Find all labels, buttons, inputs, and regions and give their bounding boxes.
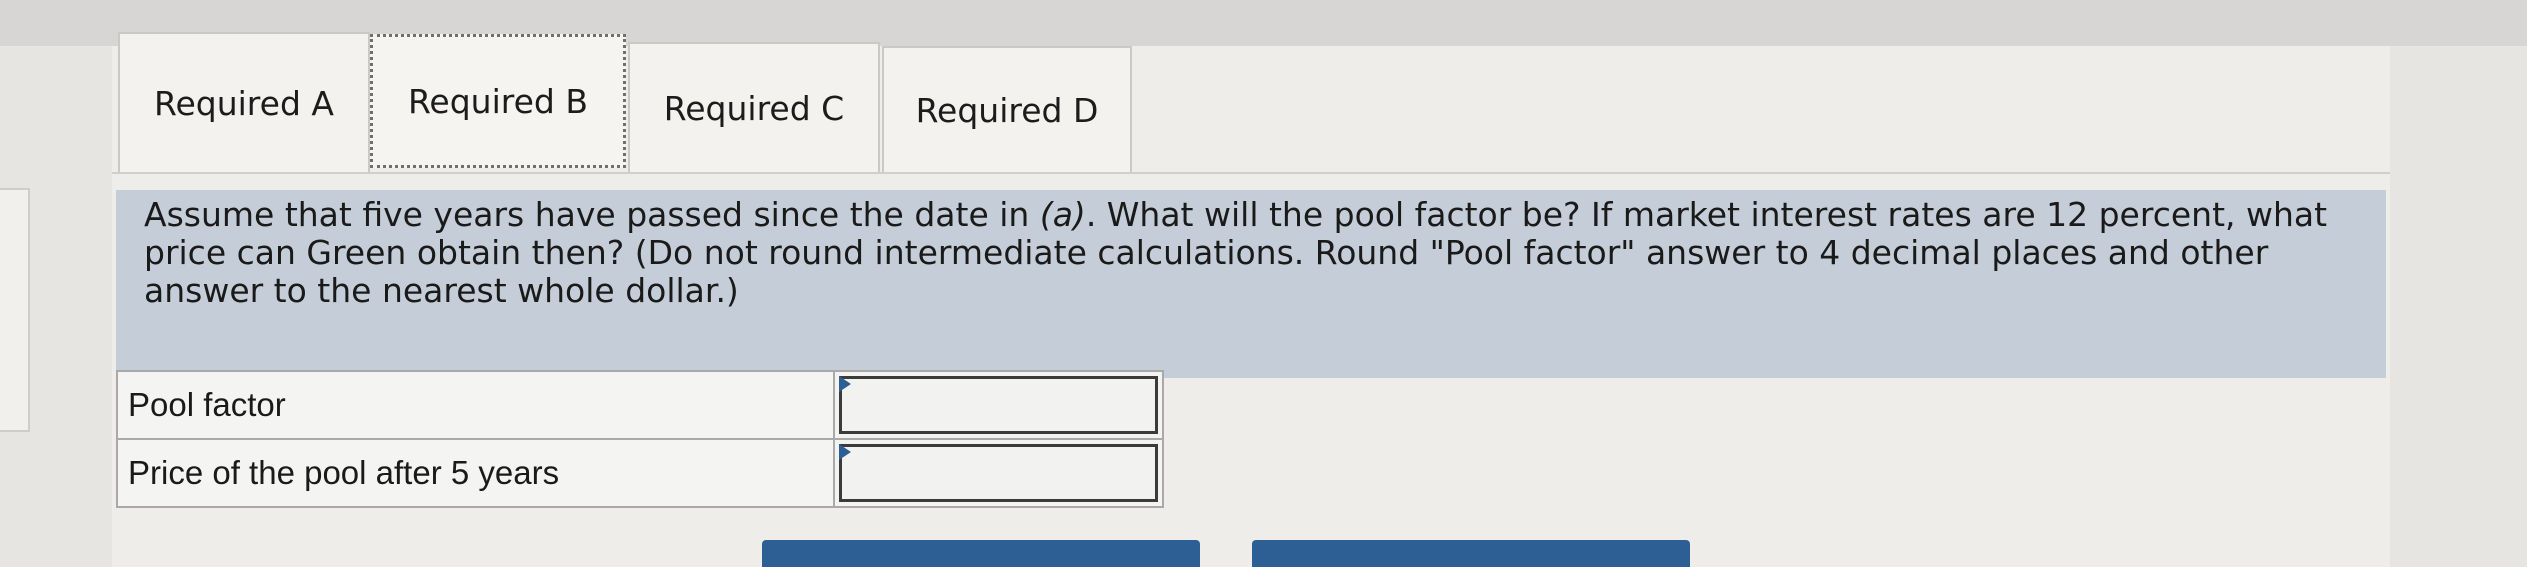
side-card (0, 188, 30, 432)
tab-label: Required C (663, 88, 845, 128)
row-label-pool-factor: Pool factor (116, 370, 835, 440)
answer-table: Pool factor Price of the pool after 5 ye… (116, 370, 1165, 508)
tab-required-b[interactable]: Required B (370, 34, 626, 168)
question-ref: (a) (1039, 195, 1086, 234)
table-row: Price of the pool after 5 years (116, 438, 1165, 508)
previous-button[interactable] (762, 540, 1200, 567)
question-text-1: Assume that five years have passed since… (144, 195, 1040, 234)
table-row: Pool factor (116, 370, 1165, 440)
tab-label: Required B (407, 81, 588, 121)
tab-label: Required A (154, 83, 334, 123)
row-label-price: Price of the pool after 5 years (116, 438, 835, 508)
tab-required-a[interactable]: Required A (118, 32, 370, 172)
pool-factor-cell (832, 370, 1165, 440)
price-cell (832, 438, 1165, 508)
tab-label: Required D (915, 90, 1099, 130)
next-button[interactable] (1252, 540, 1690, 567)
marker-flag-icon (838, 376, 851, 392)
question-instructions: Assume that five years have passed since… (116, 190, 2386, 378)
marker-flag-icon (838, 444, 851, 460)
pool-factor-input[interactable] (838, 376, 1158, 434)
tab-required-d[interactable]: Required D (882, 46, 1132, 172)
price-input[interactable] (838, 444, 1158, 502)
tab-required-c[interactable]: Required C (628, 42, 880, 172)
tab-divider (112, 172, 2390, 174)
